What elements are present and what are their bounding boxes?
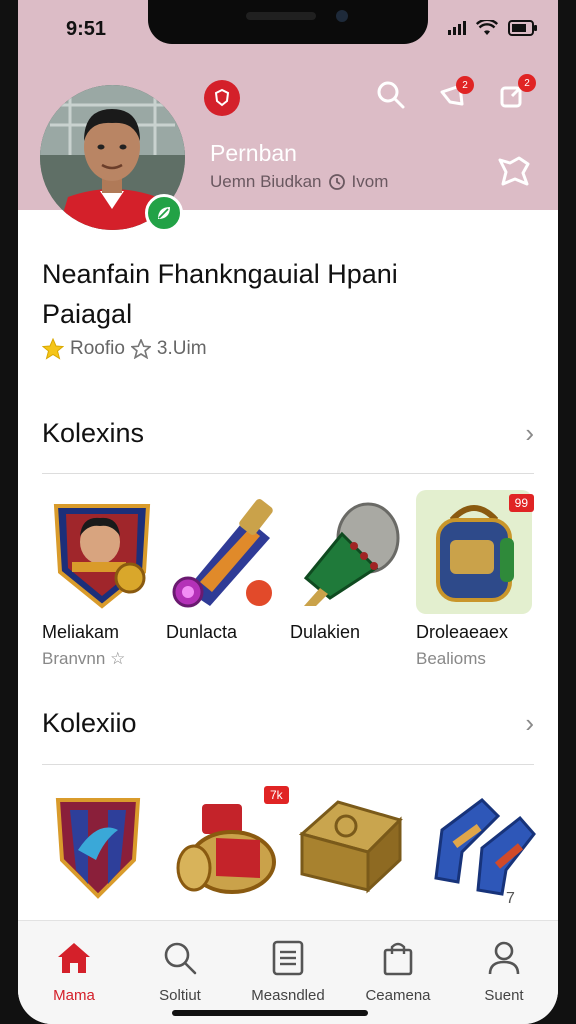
notifications-button[interactable]: 2 — [436, 76, 474, 112]
phone-frame: 9:51 2 2 Pernban Uemn Biudkan Ivom Neanf… — [0, 0, 576, 1024]
shield-crest-art — [55, 798, 141, 899]
favorite-button[interactable] — [494, 152, 534, 192]
tab-search[interactable]: Soltiut — [140, 939, 220, 1004]
rating-value: 3.Uim — [156, 338, 207, 359]
collection-item[interactable]: Dulakien — [290, 494, 410, 643]
collection-item[interactable] — [422, 790, 542, 910]
tab-bag[interactable]: Ceamena — [358, 939, 438, 1004]
item-name: Dulakien — [290, 622, 361, 642]
item-badge — [244, 578, 274, 608]
profile-icon — [488, 941, 520, 975]
tab-bar: Mama Soltiut Measndled Ceamena Suent — [18, 920, 558, 1024]
tab-list[interactable]: Measndled — [248, 939, 328, 1004]
chevron-right-icon[interactable]: › — [525, 418, 534, 449]
title-line-2: Paiagal — [42, 299, 133, 329]
item-name: Droleaeaex — [416, 622, 509, 642]
collection-item[interactable] — [48, 790, 168, 910]
divider — [42, 764, 534, 765]
search-button[interactable] — [374, 78, 408, 112]
product-title: Neanfain Fhankngauial Hpani Paiagal — [42, 254, 542, 334]
tab-profile[interactable]: Suent — [464, 939, 544, 1004]
notif-count-badge: 2 — [456, 76, 474, 94]
item-name: Meliakam — [42, 622, 120, 642]
profile-meta-text: Uemn Biudkan — [210, 172, 322, 191]
speaker-grille — [246, 12, 316, 20]
clock-icon — [328, 174, 345, 190]
club-crest-icon[interactable] — [204, 80, 240, 116]
phone-notch — [148, 0, 428, 44]
signal-icon — [448, 21, 466, 35]
section-title: Kolexiio — [42, 708, 137, 738]
item-sub: Branvnn ☆ — [42, 649, 126, 668]
bag-icon — [383, 942, 413, 976]
rating-label: Roofio — [70, 338, 125, 359]
front-camera — [336, 10, 348, 22]
collection-item[interactable]: Dunlacta — [166, 494, 286, 643]
search-icon — [377, 81, 405, 109]
scroll-hint: 7 — [506, 890, 515, 907]
tab-home[interactable]: Mama — [34, 939, 114, 1004]
share-button[interactable]: 2 — [496, 74, 536, 112]
home-indicator[interactable] — [172, 1010, 368, 1016]
tab-label: Suent — [484, 987, 524, 1004]
tab-label: Measndled — [251, 987, 325, 1004]
verified-badge — [145, 194, 183, 232]
item-tag: 99 — [508, 494, 534, 512]
rating-row: Roofio 3.Uim — [42, 338, 207, 360]
star-outline-icon — [130, 339, 151, 359]
list-icon — [272, 940, 304, 976]
chevron-right-icon[interactable]: › — [525, 708, 534, 739]
section-header-collections[interactable]: Kolexins › — [42, 418, 534, 449]
divider — [42, 473, 534, 474]
tab-label: Mama — [53, 987, 95, 1004]
item-name: Dunlacta — [166, 622, 238, 642]
star-outline-icon: ☆ — [110, 649, 126, 668]
gloves-art — [434, 798, 536, 896]
collection-item[interactable]: Meliakam Branvnn ☆ — [42, 494, 162, 669]
chest-art — [298, 800, 403, 894]
drum-art — [176, 804, 276, 894]
collection-item[interactable]: 7k — [172, 786, 292, 910]
profile-meta: Uemn Biudkan Ivom — [210, 172, 388, 192]
section-title: Kolexins — [42, 418, 145, 448]
leaf-icon — [158, 207, 170, 219]
battery-icon — [508, 20, 537, 36]
status-icons — [448, 20, 538, 36]
profile-name: Pernban — [210, 140, 297, 166]
item-tag: 7k — [264, 786, 289, 804]
home-icon — [58, 943, 90, 973]
section-header-collection-2[interactable]: Kolexiio › — [42, 708, 534, 739]
star-filled-icon — [42, 338, 64, 360]
collection-item[interactable]: 99 Droleaeaex Bealioms — [416, 490, 534, 669]
cannon-art — [303, 502, 400, 606]
title-line-1: Neanfain Fhankngauial Hpani — [42, 259, 398, 289]
tab-label: Soltiut — [159, 987, 201, 1004]
share-count-badge: 2 — [518, 74, 536, 92]
search-icon — [164, 942, 197, 975]
status-time: 9:51 — [66, 18, 107, 40]
wifi-icon — [476, 20, 498, 35]
bookmark-star-icon — [498, 156, 530, 186]
collection-item[interactable] — [296, 790, 416, 910]
profile-meta-extra: Ivom — [351, 172, 389, 191]
item-sub: Bealioms — [416, 649, 486, 668]
app-screen: 9:51 2 2 Pernban Uemn Biudkan Ivom Neanf… — [18, 0, 558, 1024]
club-shield-art — [53, 504, 151, 609]
tab-label: Ceamena — [365, 987, 431, 1004]
